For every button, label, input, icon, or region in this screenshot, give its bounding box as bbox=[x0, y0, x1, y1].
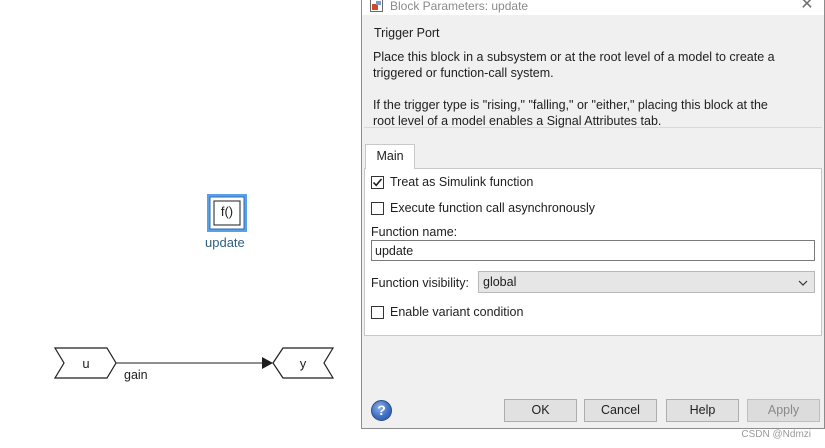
enable-variant-row[interactable]: Enable variant condition bbox=[371, 304, 523, 320]
help-icon[interactable]: ? bbox=[371, 400, 392, 421]
function-block-glyph: f() bbox=[220, 204, 234, 219]
execute-async-checkbox[interactable] bbox=[371, 201, 384, 215]
outport-label: y bbox=[299, 356, 307, 371]
description-line: triggered or function-call system. bbox=[373, 66, 554, 80]
canvas-graphics bbox=[53, 194, 335, 379]
dialog-title: Block Parameters: update bbox=[390, 0, 529, 13]
enable-variant-checkbox[interactable] bbox=[371, 305, 384, 319]
description-line: root level of a model enables a Signal A… bbox=[373, 114, 662, 128]
function-visibility-select[interactable]: global bbox=[478, 271, 815, 293]
function-visibility-label: Function visibility: bbox=[371, 276, 469, 290]
checkmark-icon bbox=[372, 177, 383, 186]
chevron-down-icon bbox=[798, 280, 808, 286]
model-canvas[interactable]: f() update u y gain bbox=[0, 0, 360, 448]
signal-arrowhead bbox=[262, 357, 273, 369]
function-block-name[interactable]: update bbox=[205, 235, 245, 250]
dialog-titlebar[interactable]: Block Parameters: update ✕ bbox=[362, 0, 824, 15]
block-parameters-icon bbox=[370, 0, 383, 12]
description-group: Trigger Port Place this block in a subsy… bbox=[364, 26, 822, 128]
function-name-field[interactable] bbox=[371, 240, 815, 261]
function-name-label: Function name: bbox=[371, 225, 458, 239]
execute-async-label: Execute function call asynchronously bbox=[390, 201, 595, 215]
close-icon[interactable]: ✕ bbox=[798, 0, 816, 13]
enable-variant-label: Enable variant condition bbox=[390, 305, 524, 319]
watermark: CSDN @Ndmzi bbox=[741, 429, 811, 440]
description-line: If the trigger type is "rising," "fallin… bbox=[373, 98, 768, 112]
signal-label[interactable]: gain bbox=[124, 368, 148, 382]
treat-as-simulink-function-label: Treat as Simulink function bbox=[390, 175, 534, 189]
treat-as-simulink-function-row[interactable]: Treat as Simulink function bbox=[371, 174, 533, 190]
tab-main[interactable]: Main bbox=[365, 144, 415, 169]
description-line: Place this block in a subsystem or at th… bbox=[373, 50, 775, 64]
block-type-heading: Trigger Port bbox=[374, 26, 440, 40]
inport-label: u bbox=[82, 356, 90, 371]
treat-as-simulink-function-checkbox[interactable] bbox=[371, 175, 384, 189]
apply-button[interactable]: Apply bbox=[747, 399, 820, 422]
execute-async-row[interactable]: Execute function call asynchronously bbox=[371, 200, 595, 216]
main-tab-panel: Treat as Simulink function Execute funct… bbox=[364, 168, 822, 336]
help-button[interactable]: Help bbox=[666, 399, 739, 422]
ok-button[interactable]: OK bbox=[504, 399, 577, 422]
cancel-button[interactable]: Cancel bbox=[584, 399, 657, 422]
function-visibility-value: global bbox=[483, 275, 517, 289]
dialog-footer: ? OK Cancel Help Apply bbox=[362, 398, 824, 428]
block-parameters-dialog: Block Parameters: update ✕ Trigger Port … bbox=[361, 0, 825, 429]
